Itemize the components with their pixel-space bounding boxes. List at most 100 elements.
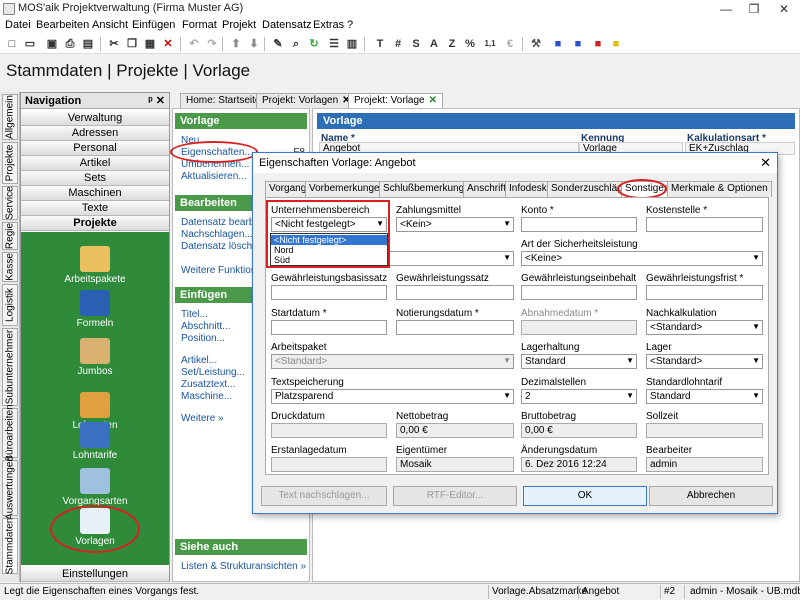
minimize-button[interactable]: — [712, 0, 740, 18]
textspeicherung-select[interactable]: Platzsparend ▼ [271, 389, 514, 404]
nav-icon-label[interactable]: Jumbos [21, 366, 169, 377]
nachkalkulation-select[interactable]: <Standard> ▼ [646, 320, 763, 335]
link-maschine[interactable]: Maschine... [181, 391, 232, 402]
notierungsdatum-input[interactable] [396, 320, 514, 335]
vtab-service[interactable]: Service [2, 186, 18, 220]
edit-icon[interactable]: ✎ [270, 36, 286, 52]
preview-icon[interactable]: ▤ [80, 36, 96, 52]
zahlungsmittel-select[interactable]: <Kein> ▼ [396, 217, 514, 232]
move-up-icon[interactable]: ⬆ [228, 36, 244, 52]
refresh-icon[interactable]: ↻ [306, 36, 322, 52]
sicherheitsleistung-select[interactable]: <Keine> ▼ [521, 251, 763, 266]
nav-item-adressen[interactable]: Adressen [21, 126, 169, 141]
yellow-lock-icon[interactable]: ■ [608, 36, 624, 52]
nav-item-projekte[interactable]: Projekte [21, 216, 169, 231]
a-icon[interactable]: A [426, 36, 442, 52]
blue-lock-icon[interactable]: ■ [550, 36, 566, 52]
text-icon[interactable]: T [372, 36, 388, 52]
workpackage-icon[interactable] [80, 246, 110, 272]
dtab-anschrift[interactable]: Anschrift [463, 181, 510, 197]
dialog-close-button[interactable]: ✕ [760, 155, 771, 171]
move-down-icon[interactable]: ⬇ [246, 36, 262, 52]
link-position[interactable]: Position... [181, 333, 225, 344]
process-icon[interactable] [80, 468, 110, 494]
gewaehr-einbehalt-input[interactable] [521, 285, 637, 300]
menu-einfuegen[interactable]: Einfügen [132, 19, 175, 31]
ok-button[interactable]: OK [523, 486, 647, 506]
nav-item-personal[interactable]: Personal [21, 141, 169, 156]
calculator-icon[interactable] [80, 290, 110, 316]
menu-datensatz[interactable]: Datensatz [262, 19, 312, 31]
nav-item-texte[interactable]: Texte [21, 201, 169, 216]
rtf-editor-button[interactable]: RTF-Editor... [393, 486, 517, 506]
link-abschnitt[interactable]: Abschnitt... [181, 321, 230, 332]
link-nachschlagen[interactable]: Nachschlagen... [181, 229, 253, 240]
tab-home[interactable]: Home: Startseite [180, 93, 267, 108]
blue-key-icon[interactable]: ■ [570, 36, 586, 52]
vtab-stammdaten[interactable]: Stammdaten [2, 518, 18, 574]
undo-icon[interactable]: ↶ [186, 36, 202, 52]
gewaehr-satz-input[interactable] [396, 285, 514, 300]
paste-icon[interactable]: ▦ [142, 36, 158, 52]
abbrechen-button[interactable]: Abbrechen [649, 486, 773, 506]
z-icon[interactable]: Z [444, 36, 460, 52]
link-listen-strukturansichten[interactable]: Listen & Strukturansichten » [181, 561, 306, 572]
menu-datei[interactable]: Datei [5, 19, 31, 31]
maximize-button[interactable]: ❐ [740, 0, 768, 18]
grid-icon[interactable]: ▥ [344, 36, 360, 52]
dtab-infodesk[interactable]: Infodesk [505, 181, 551, 197]
tab-projekt-vorlage[interactable]: Projekt: Vorlage ✕ [348, 93, 443, 108]
hash-icon[interactable]: # [390, 36, 406, 52]
save-icon[interactable]: ▣ [44, 36, 60, 52]
pin-close-icons[interactable]: ᵖ ✕ [148, 94, 165, 107]
lager-select[interactable]: <Standard> ▼ [646, 354, 763, 369]
red-lock-icon[interactable]: ■ [590, 36, 606, 52]
nav-item-sets[interactable]: Sets [21, 171, 169, 186]
lagerhaltung-select[interactable]: Standard ▼ [521, 354, 637, 369]
dtab-vorgang[interactable]: Vorgang [265, 181, 311, 197]
tools-icon[interactable]: ⚒ [528, 36, 544, 52]
s-icon[interactable]: S [408, 36, 424, 52]
menu-ansicht[interactable]: Ansicht [92, 19, 128, 31]
open-icon[interactable]: ▭ [22, 36, 38, 52]
redo-icon[interactable]: ↷ [204, 36, 220, 52]
vtab-allgemein[interactable]: Allgemein [2, 94, 18, 140]
link-weitere[interactable]: Weitere » [181, 413, 224, 424]
gewaehr-basis-input[interactable] [271, 285, 387, 300]
link-aktualisieren[interactable]: Aktualisieren... [181, 171, 247, 182]
dtab-vorbemerkungen[interactable]: Vorbemerkungen [305, 181, 390, 197]
nav-item-einstellungen[interactable]: Einstellungen [21, 567, 169, 582]
kostenstelle-input[interactable] [646, 217, 763, 232]
search-icon[interactable]: ⌕ [288, 36, 304, 52]
link-set-leistung[interactable]: Set/Leistung... [181, 367, 245, 378]
vtab-subunternehmer[interactable]: Subunternehmer [2, 328, 18, 406]
decimal-icon[interactable]: 1,1 [482, 36, 498, 52]
vtab-kasse[interactable]: Kasse [2, 252, 18, 282]
text-nachschlagen-button[interactable]: Text nachschlagen... [261, 486, 387, 506]
wage-icon[interactable] [80, 392, 110, 418]
nav-icon-label[interactable]: Lohntarife [21, 450, 169, 461]
vtab-projekte[interactable]: Projekte [2, 142, 18, 184]
euro-icon[interactable]: € [502, 36, 518, 52]
tab-projekt-vorlagen[interactable]: Projekt: Vorlagen ✕ [256, 93, 357, 108]
nav-item-verwaltung[interactable]: Verwaltung [21, 111, 169, 126]
cut-icon[interactable]: ✂ [106, 36, 122, 52]
new-icon[interactable]: □ [4, 36, 20, 52]
dtab-merkmale-optionen[interactable]: Merkmale & Optionen [667, 181, 772, 197]
nav-icon-label[interactable]: Arbeitspakete [21, 274, 169, 285]
vtab-logistik[interactable]: Logistik [2, 284, 18, 326]
nav-icon-label[interactable]: Formeln [21, 318, 169, 329]
link-datensatz-loeschen[interactable]: Datensatz löschen [181, 241, 263, 252]
copy-icon[interactable]: ❐ [124, 36, 140, 52]
startdatum-input[interactable] [271, 320, 387, 335]
menu-bearbeiten[interactable]: Bearbeiten [36, 19, 89, 31]
vtab-bueroarbeiten[interactable]: Büroarbeiten [2, 404, 18, 462]
nav-item-maschinen[interactable]: Maschinen [21, 186, 169, 201]
link-artikel[interactable]: Artikel... [181, 355, 217, 366]
menu-projekt[interactable]: Projekt [222, 19, 256, 31]
gewaehr-frist-input[interactable] [646, 285, 763, 300]
standardlohntarif-select[interactable]: Standard ▼ [646, 389, 763, 404]
jumbo-icon[interactable] [80, 338, 110, 364]
menu-help[interactable]: ? [347, 19, 353, 31]
link-zusatztext[interactable]: Zusatztext... [181, 379, 235, 390]
